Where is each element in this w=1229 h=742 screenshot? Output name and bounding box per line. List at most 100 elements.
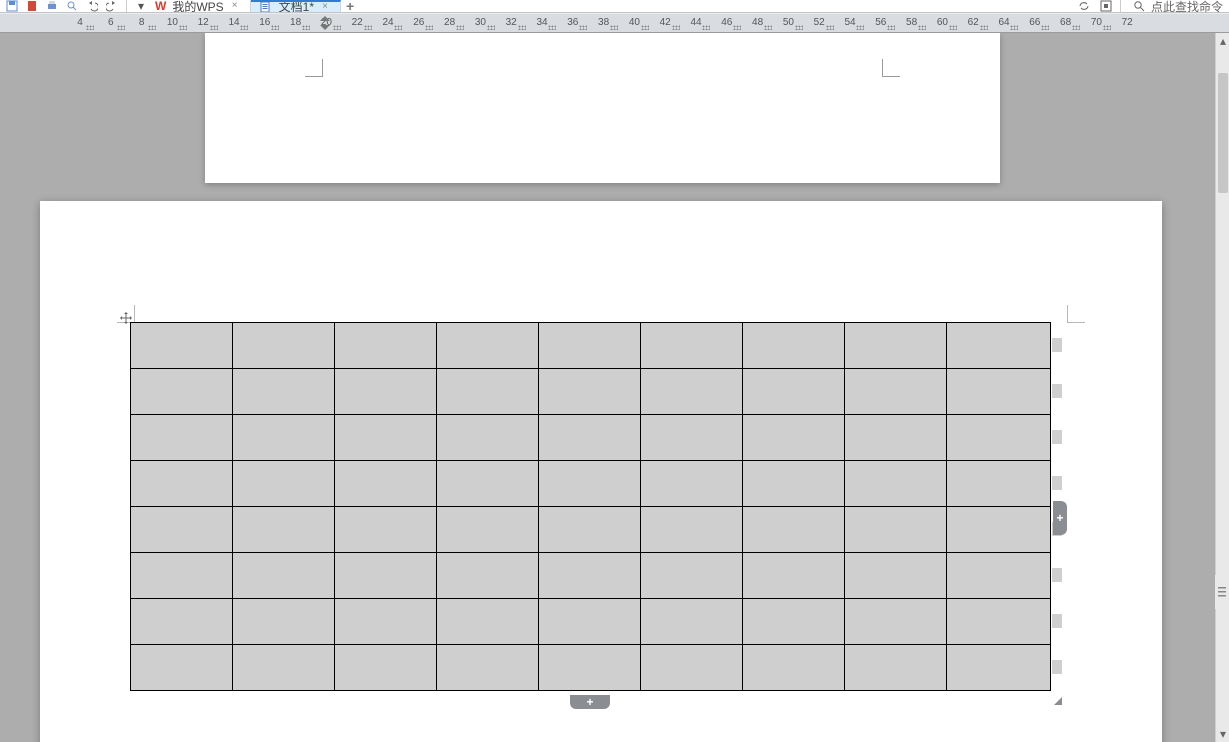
tab-document[interactable]: 文档1* × [251, 0, 341, 12]
table-cell[interactable] [131, 599, 233, 645]
table-cell[interactable] [437, 645, 539, 691]
table-cell[interactable] [437, 323, 539, 369]
row-select-handle[interactable] [1052, 660, 1062, 674]
table-row[interactable] [131, 369, 1051, 415]
table-cell[interactable] [131, 323, 233, 369]
row-select-handle[interactable] [1052, 338, 1062, 352]
close-icon[interactable]: × [320, 2, 330, 12]
table-cell[interactable] [845, 415, 947, 461]
table-cell[interactable] [947, 645, 1051, 691]
table-cell[interactable] [641, 461, 743, 507]
table-cell[interactable] [539, 369, 641, 415]
row-select-handle[interactable] [1052, 614, 1062, 628]
table-cell[interactable] [539, 461, 641, 507]
export-pdf-icon[interactable] [24, 0, 40, 14]
tab-home[interactable]: W 我的WPS × [149, 0, 251, 12]
table-cell[interactable] [437, 415, 539, 461]
table-cell[interactable] [131, 507, 233, 553]
new-tab-button[interactable]: + [341, 0, 359, 12]
table-cell[interactable] [947, 507, 1051, 553]
table-cell[interactable] [131, 461, 233, 507]
document-workspace[interactable]: + + [0, 33, 1215, 742]
table-cell[interactable] [641, 645, 743, 691]
scrollbar-thumb[interactable] [1218, 73, 1228, 193]
table-cell[interactable] [743, 507, 845, 553]
settings-icon[interactable] [1098, 0, 1114, 14]
table-cell[interactable] [641, 323, 743, 369]
close-icon[interactable]: × [230, 1, 240, 11]
table-cell[interactable] [233, 461, 335, 507]
undo-icon[interactable] [84, 0, 100, 14]
table-row[interactable] [131, 599, 1051, 645]
table-cell[interactable] [437, 461, 539, 507]
row-select-handle[interactable] [1052, 476, 1062, 490]
table-row[interactable] [131, 323, 1051, 369]
table-cell[interactable] [539, 415, 641, 461]
table-row[interactable] [131, 415, 1051, 461]
table-cell[interactable] [845, 645, 947, 691]
row-select-handle[interactable] [1052, 384, 1062, 398]
table-resize-handle[interactable] [1052, 695, 1062, 705]
document-table[interactable] [130, 322, 1051, 691]
table-cell[interactable] [539, 599, 641, 645]
table-cell[interactable] [743, 645, 845, 691]
table-cell[interactable] [539, 323, 641, 369]
table-cell[interactable] [845, 461, 947, 507]
table-cell[interactable] [335, 369, 437, 415]
table-cell[interactable] [641, 553, 743, 599]
table-cell[interactable] [131, 369, 233, 415]
scroll-up-icon[interactable]: ▴ [1218, 35, 1228, 47]
table-cell[interactable] [947, 461, 1051, 507]
table-cell[interactable] [845, 507, 947, 553]
print-preview-icon[interactable] [64, 0, 80, 14]
table-cell[interactable] [641, 507, 743, 553]
table-cell[interactable] [743, 415, 845, 461]
table-row[interactable] [131, 507, 1051, 553]
table-cell[interactable] [539, 553, 641, 599]
table-cell[interactable] [335, 507, 437, 553]
table-cell[interactable] [947, 323, 1051, 369]
table-cell[interactable] [845, 599, 947, 645]
table-cell[interactable] [233, 415, 335, 461]
table-cell[interactable] [437, 599, 539, 645]
table-cell[interactable] [131, 415, 233, 461]
document-page[interactable]: + + [40, 201, 1162, 742]
table-cell[interactable] [335, 461, 437, 507]
table-cell[interactable] [947, 369, 1051, 415]
indent-marker[interactable] [320, 16, 330, 30]
table-cell[interactable] [233, 599, 335, 645]
table-cell[interactable] [437, 553, 539, 599]
table-cell[interactable] [743, 323, 845, 369]
table-cell[interactable] [743, 553, 845, 599]
print-icon[interactable] [44, 0, 60, 14]
save-icon[interactable] [4, 0, 20, 14]
row-select-handle[interactable] [1052, 568, 1062, 582]
table-cell[interactable] [743, 599, 845, 645]
table-cell[interactable] [641, 415, 743, 461]
table-cell[interactable] [131, 645, 233, 691]
table-cell[interactable] [947, 415, 1051, 461]
redo-icon[interactable] [104, 0, 120, 14]
table-cell[interactable] [845, 553, 947, 599]
table-cell[interactable] [743, 369, 845, 415]
dropdown-icon[interactable]: ▾ [133, 0, 149, 14]
row-select-handle[interactable] [1052, 430, 1062, 444]
table-cell[interactable] [947, 553, 1051, 599]
table-row[interactable] [131, 553, 1051, 599]
table-cell[interactable] [947, 599, 1051, 645]
table-cell[interactable] [845, 323, 947, 369]
table-cell[interactable] [233, 553, 335, 599]
horizontal-ruler[interactable]: 4681012141618202224262830323436384042444… [0, 13, 1229, 33]
sync-icon[interactable] [1076, 0, 1092, 14]
table-cell[interactable] [335, 645, 437, 691]
table-cell[interactable] [641, 599, 743, 645]
table-row[interactable] [131, 461, 1051, 507]
table-cell[interactable] [233, 323, 335, 369]
table-cell[interactable] [233, 369, 335, 415]
scroll-down-icon[interactable]: ▾ [1218, 728, 1228, 740]
table-cell[interactable] [539, 507, 641, 553]
side-panel-toggle[interactable] [1215, 575, 1229, 609]
table-cell[interactable] [335, 553, 437, 599]
add-row-button[interactable]: + [570, 695, 610, 709]
vertical-scrollbar[interactable]: ▴ ▾ [1215, 33, 1229, 742]
